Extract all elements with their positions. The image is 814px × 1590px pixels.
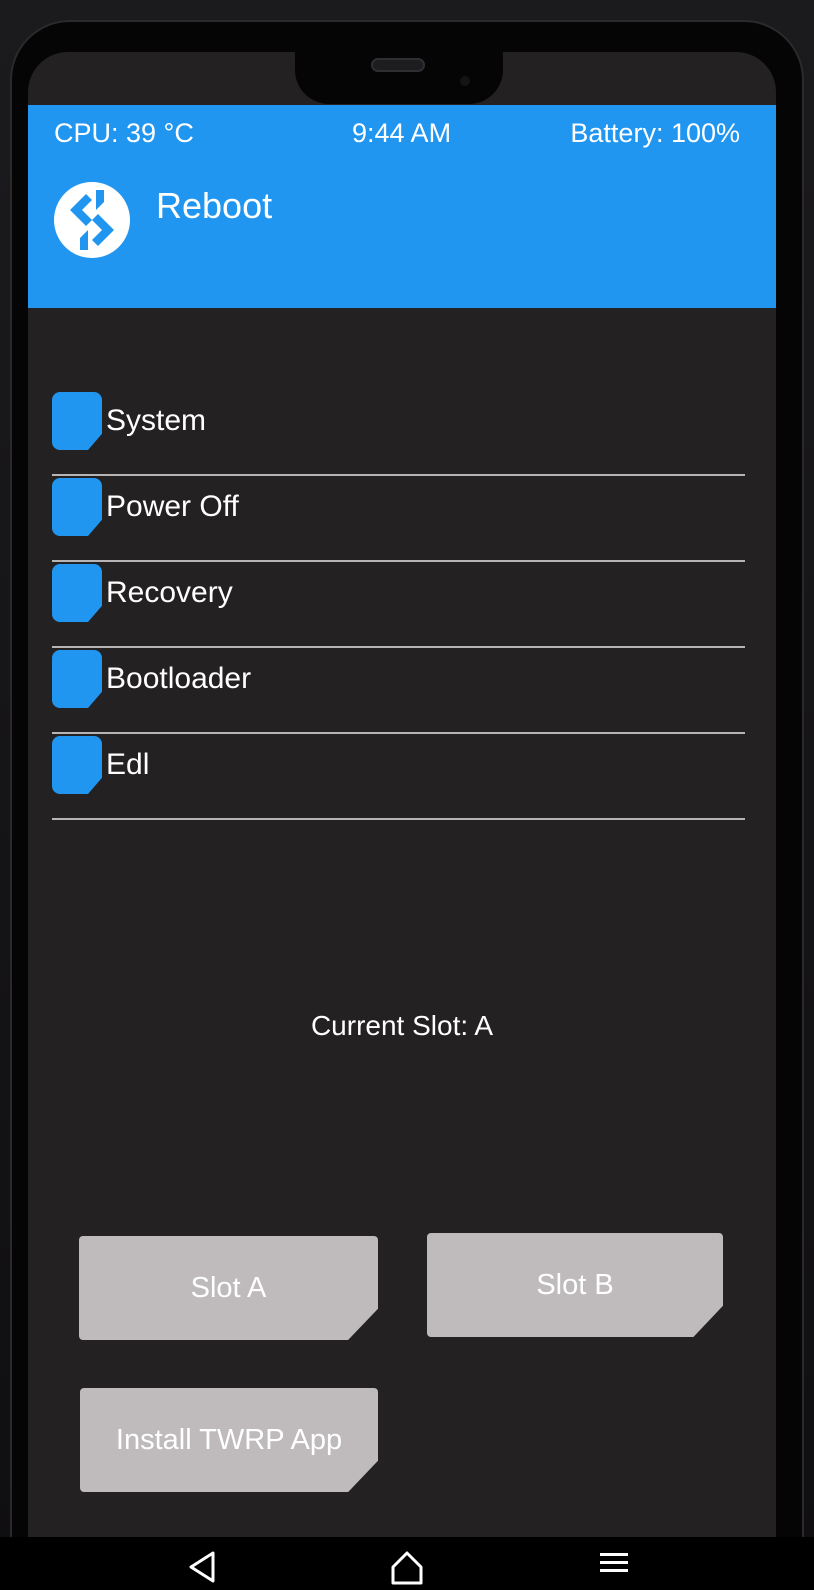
slot-b-button[interactable]: Slot B xyxy=(427,1233,723,1337)
reboot-option-power-off[interactable]: Power Off xyxy=(52,476,745,562)
back-icon[interactable] xyxy=(183,1547,223,1587)
home-icon[interactable] xyxy=(387,1547,427,1587)
reboot-option-bootloader[interactable]: Bootloader xyxy=(52,648,745,734)
radio-button-icon[interactable] xyxy=(52,392,102,450)
phone-body: CPU: 39 °C 9:44 AM Battery: 100% Reboot … xyxy=(0,0,814,1590)
radio-button-icon[interactable] xyxy=(52,736,102,794)
menu-icon[interactable] xyxy=(594,1547,634,1587)
battery-level: Battery: 100% xyxy=(570,118,740,148)
option-label: Recovery xyxy=(106,576,233,609)
current-slot-text: Current Slot: A xyxy=(310,1010,494,1041)
reboot-option-edl[interactable]: Edl xyxy=(52,734,745,820)
radio-button-icon[interactable] xyxy=(52,478,102,536)
earpiece-speaker xyxy=(371,58,425,72)
page-title: Reboot xyxy=(156,185,273,226)
radio-button-icon[interactable] xyxy=(52,650,102,708)
reboot-options-list: System Power Off Recovery Bootloader Edl xyxy=(52,390,745,820)
status-bar: CPU: 39 °C 9:44 AM Battery: 100% xyxy=(28,105,776,163)
option-label: Power Off xyxy=(106,490,239,523)
cpu-temperature: CPU: 39 °C xyxy=(54,118,194,148)
page-header: Reboot xyxy=(28,163,776,308)
install-twrp-app-button[interactable]: Install TWRP App xyxy=(80,1388,378,1492)
option-label: Edl xyxy=(106,748,150,781)
twrp-logo-icon xyxy=(54,182,130,258)
navigation-bar xyxy=(0,1537,814,1590)
option-label: Bootloader xyxy=(106,662,252,695)
radio-button-icon[interactable] xyxy=(52,564,102,622)
clock: 9:44 AM xyxy=(352,118,452,148)
reboot-option-system[interactable]: System xyxy=(52,390,745,476)
reboot-option-recovery[interactable]: Recovery xyxy=(52,562,745,648)
option-label: System xyxy=(106,404,207,437)
slot-a-button[interactable]: Slot A xyxy=(79,1236,378,1340)
screen: CPU: 39 °C 9:44 AM Battery: 100% Reboot … xyxy=(28,52,776,1537)
front-camera xyxy=(460,76,470,86)
